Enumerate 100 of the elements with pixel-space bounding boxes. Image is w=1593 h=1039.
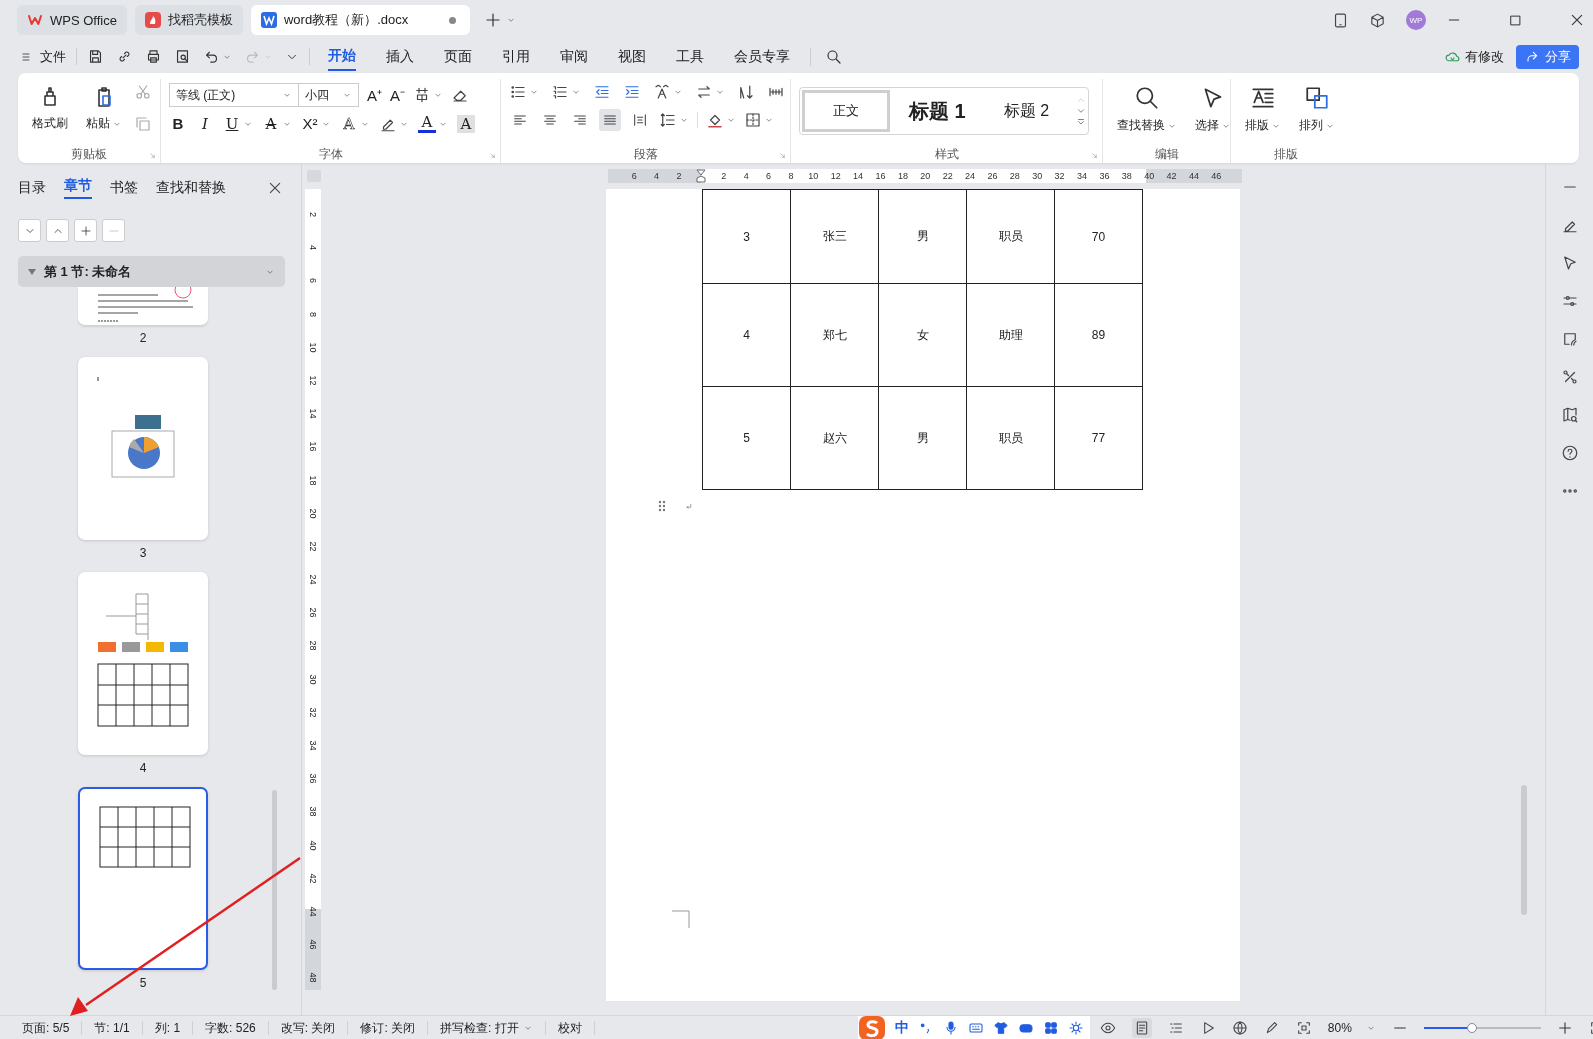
select-button[interactable]: 选择 (1189, 83, 1237, 136)
border-icon[interactable] (744, 111, 762, 129)
panel-tab[interactable]: 书签 (110, 179, 138, 197)
bullet-list-icon[interactable] (509, 83, 527, 101)
page-thumbnail[interactable] (78, 572, 208, 755)
close-icon[interactable] (1569, 12, 1585, 28)
web-view-icon[interactable] (1231, 1019, 1248, 1036)
text-direction-icon[interactable] (653, 83, 671, 101)
status-item[interactable]: 页面: 5/5 (10, 1020, 83, 1035)
window-tab[interactable]: WPS Office (17, 5, 127, 35)
arrange-icon[interactable] (1304, 85, 1330, 111)
style-item[interactable]: 正文 (802, 90, 890, 132)
font-size-button[interactable]: A⁻ (390, 85, 406, 105)
status-item[interactable]: 列: 1 (142, 1020, 194, 1035)
section-header[interactable]: 第 1 节: 未命名 (18, 256, 285, 287)
file-menu[interactable]: 文件 (20, 47, 66, 66)
font-name-select[interactable]: 等线 (正文) (169, 83, 299, 107)
add-section-button[interactable] (74, 219, 97, 242)
panel-tab[interactable]: 目录 (18, 179, 46, 197)
page-thumbnail[interactable] (78, 357, 208, 540)
scrollbar-thumb[interactable] (272, 790, 277, 990)
panel-tab[interactable]: 章节 (64, 177, 92, 199)
ribbon-tab[interactable]: 会员专享 (734, 43, 790, 70)
style-item[interactable]: 标题 2 (984, 90, 1069, 132)
ribbon-tab[interactable]: 工具 (676, 43, 704, 70)
increase-indent-icon[interactable] (623, 83, 641, 101)
scrollbar-thumb[interactable] (1521, 785, 1527, 915)
ime-logo-icon[interactable] (857, 1014, 886, 1039)
ribbon-tab[interactable]: 审阅 (560, 43, 588, 70)
style-item[interactable]: 标题 1 (890, 90, 985, 132)
format-painter-button[interactable]: 格式刷 (26, 83, 74, 134)
wps-logo-icon[interactable] (27, 12, 43, 28)
format-button[interactable]: I (196, 115, 214, 133)
zoom-in-icon[interactable] (1556, 1019, 1573, 1036)
zoom-select[interactable]: 80% (1327, 1020, 1376, 1035)
fit-page-icon[interactable] (1295, 1019, 1312, 1036)
zoom-slider-fill[interactable] (1423, 1026, 1468, 1029)
window-tab[interactable]: 找稻壳模板 (134, 5, 243, 35)
search-icon[interactable] (1134, 85, 1160, 111)
format-button[interactable]: U (223, 115, 253, 133)
format-button[interactable]: B (169, 115, 187, 133)
page-thumbnail[interactable] (78, 287, 208, 325)
drag-handle-icon[interactable] (658, 500, 666, 512)
cube-icon[interactable] (1369, 11, 1386, 29)
link-icon[interactable] (116, 48, 133, 65)
ribbon-tab[interactable]: 开始 (328, 42, 356, 71)
arrange-button[interactable]: 排列 (1293, 83, 1341, 136)
line-spacing-icon[interactable] (659, 111, 677, 129)
vertical-ruler[interactable]: 2 4 6 8 10 12 14 16 18 20 22 24 26 28 30 32 34 36 38 40 42 44 46 48 (305, 189, 321, 990)
ruler-number: 26 (986, 170, 999, 183)
shirt-icon[interactable] (992, 1019, 1009, 1036)
page-thumbnail[interactable] (78, 787, 208, 970)
ribbon-tab[interactable]: 插入 (386, 43, 414, 70)
ribbon-tab[interactable]: 引用 (502, 43, 530, 70)
window-tab[interactable]: word教程（新）.docx (250, 5, 471, 35)
numbered-list-icon[interactable] (551, 83, 569, 101)
typesetting-icon[interactable] (1250, 85, 1276, 111)
format-button[interactable]: X² (301, 115, 331, 133)
font-size-select[interactable]: 小四 (299, 83, 359, 107)
apps-grid-icon[interactable] (1042, 1019, 1059, 1036)
status-item[interactable]: 修订: 关闭 (348, 1020, 429, 1035)
ribbon-tab[interactable]: 页面 (444, 43, 472, 70)
book-search-icon[interactable] (1560, 406, 1579, 424)
typesetting-button[interactable]: 排版 (1239, 83, 1287, 136)
gear-icon[interactable] (1067, 1019, 1084, 1036)
ribbon-tab[interactable]: 视图 (618, 43, 646, 70)
status-item[interactable]: 字数: 526 (193, 1020, 269, 1035)
decrease-indent-icon[interactable] (593, 83, 611, 101)
format-button[interactable]: A (262, 115, 292, 133)
search-icon[interactable] (825, 47, 843, 66)
cut-icon[interactable] (134, 83, 152, 101)
status-item[interactable]: 节: 1/1 (82, 1020, 143, 1035)
tablet-icon[interactable] (1332, 11, 1349, 29)
zoom-slider-thumb[interactable] (1467, 1022, 1478, 1033)
expand-icon[interactable] (1076, 117, 1087, 127)
paste-button[interactable]: 粘贴 (80, 83, 128, 134)
status-item[interactable]: 改写: 关闭 (268, 1020, 349, 1035)
align-button[interactable] (599, 109, 621, 131)
print-icon[interactable] (145, 48, 162, 65)
swap-icon[interactable] (695, 83, 713, 101)
save-icon[interactable] (87, 48, 104, 65)
help-icon[interactable] (1560, 444, 1579, 462)
sync-status-button[interactable]: 有修改 (1444, 47, 1504, 66)
maximize-icon[interactable] (1508, 12, 1523, 28)
share-button[interactable]: 分享 (1516, 44, 1579, 69)
preview-icon[interactable] (174, 48, 191, 65)
font-size-button[interactable]: A⁺ (367, 85, 382, 105)
status-item[interactable]: 校对 (545, 1020, 595, 1035)
status-item[interactable]: 拼写检查: 打开 (428, 1020, 546, 1035)
close-icon[interactable] (267, 180, 283, 196)
sort-icon[interactable] (737, 83, 755, 101)
panel-tab[interactable]: 查找和替换 (156, 179, 226, 197)
horizontal-ruler[interactable]: 6 4 2 2 4 6 8 10 12 14 16 18 20 22 24 26 28 30 32 34 36 38 40 42 44 46 (608, 169, 1242, 183)
ruler-number: 46 (1210, 170, 1223, 183)
format-button[interactable]: A (418, 115, 448, 133)
format-button[interactable]: A (457, 115, 475, 133)
ime-mode-button[interactable]: 中 (894, 1018, 909, 1037)
tools-icon[interactable] (1560, 368, 1579, 386)
scroll-down-icon[interactable] (1076, 106, 1087, 116)
find-replace-button[interactable]: 查找替换 (1111, 83, 1183, 136)
